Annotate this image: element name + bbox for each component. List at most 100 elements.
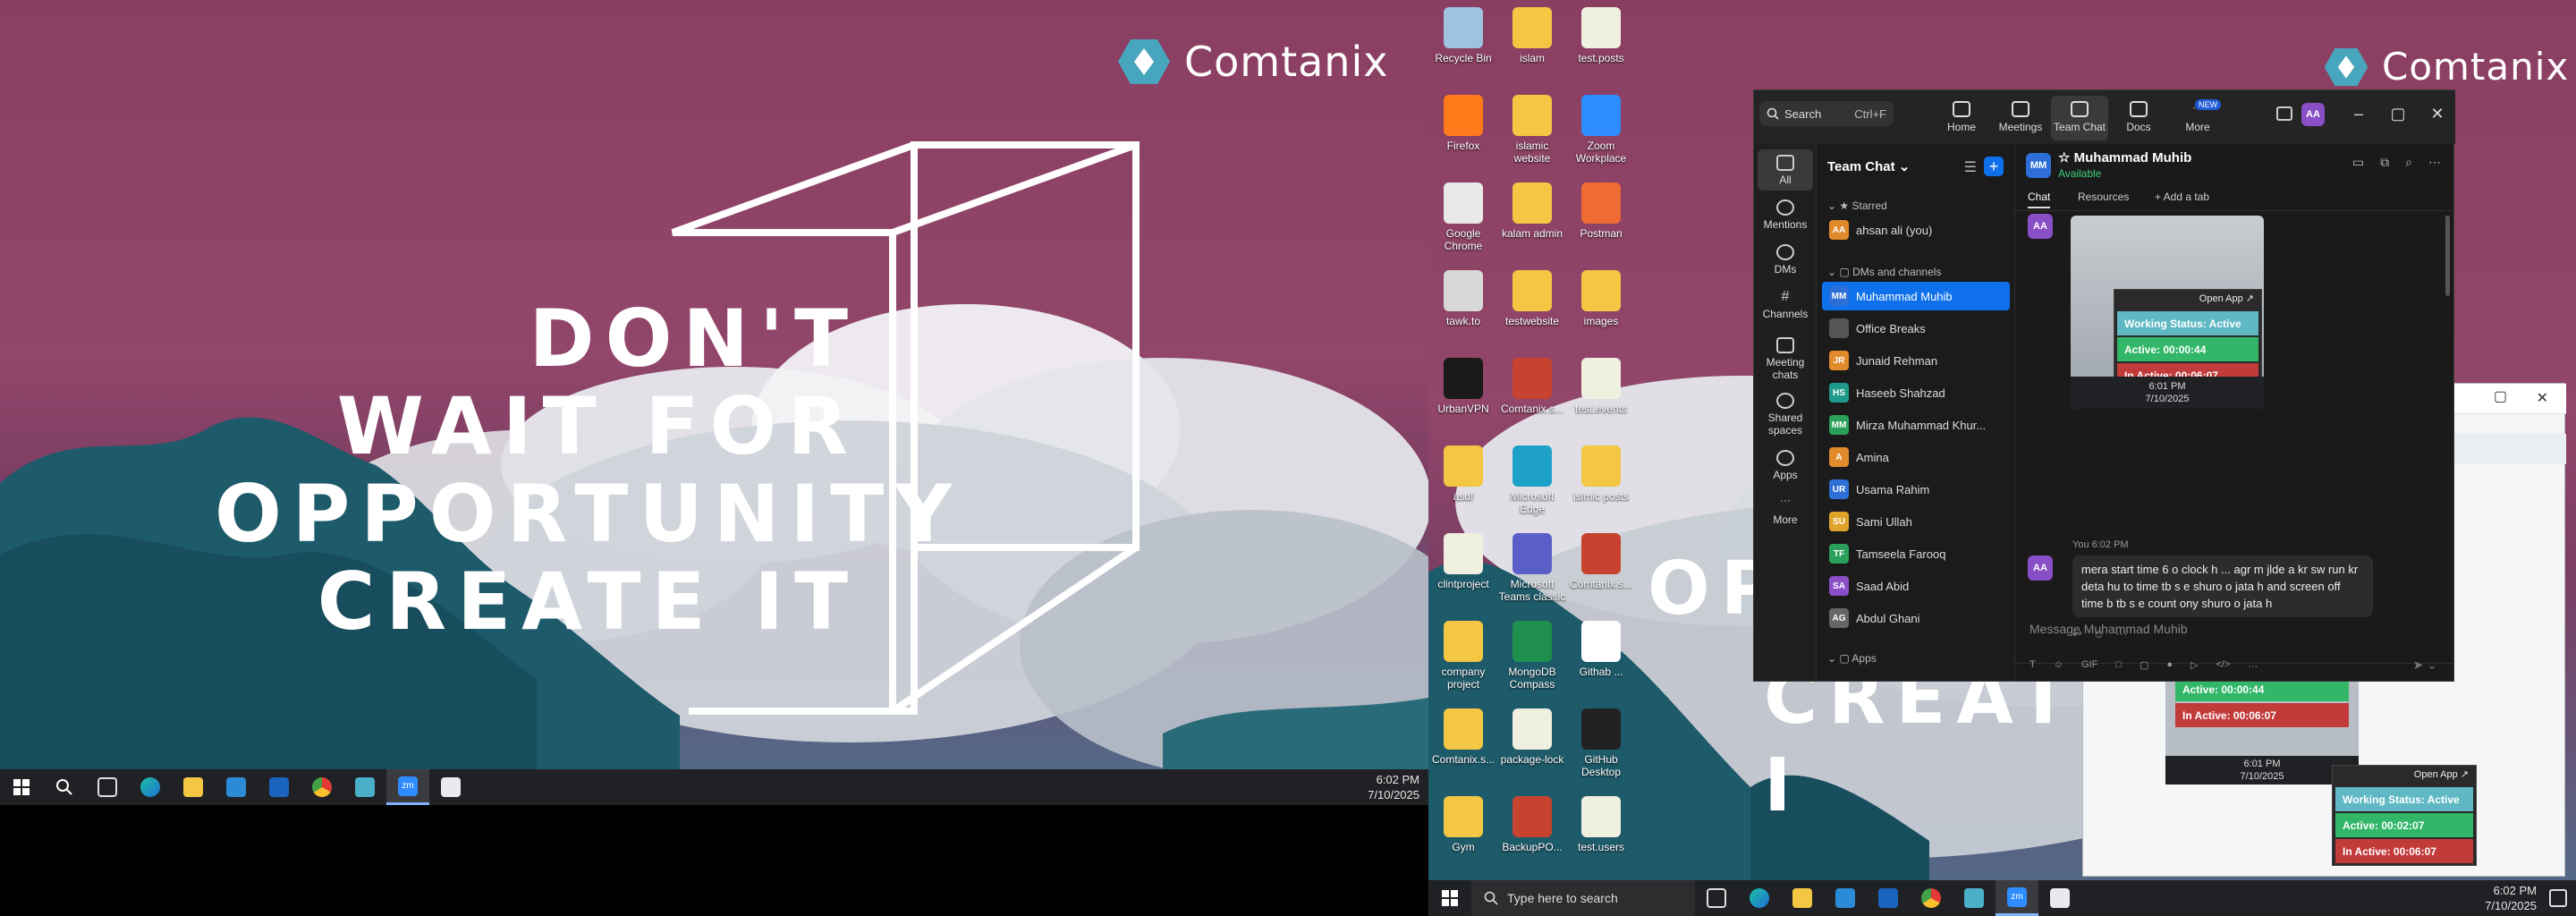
desktop-icon[interactable]: Google Chrome: [1428, 182, 1499, 252]
desktop-icon[interactable]: tawk.to: [1428, 270, 1499, 327]
store-icon[interactable]: [215, 769, 258, 805]
snipping-icon[interactable]: [2038, 880, 2081, 916]
maximize-icon[interactable]: ▢: [2494, 387, 2507, 405]
taskbar-search[interactable]: Type here to search: [1471, 880, 1695, 916]
chrome-icon[interactable]: [301, 769, 343, 805]
dm-item[interactable]: TF Tamseela Farooq: [1822, 539, 2010, 568]
section-starred[interactable]: ⌄ ★ Starred: [1827, 199, 1887, 212]
nav-team-chat[interactable]: Team Chat: [2051, 96, 2108, 140]
section-dms[interactable]: ⌄ ▢ DMs and channels: [1827, 266, 1941, 278]
dm-item[interactable]: HS Haseeb Shahzad: [1822, 378, 2010, 407]
contact-avatar[interactable]: MM: [2026, 153, 2051, 178]
desktop-icon[interactable]: Gym: [1428, 796, 1499, 853]
composer-tool-icon[interactable]: ▷: [2190, 659, 2198, 671]
user-avatar[interactable]: AA: [2301, 103, 2325, 126]
edge-icon[interactable]: [129, 769, 172, 805]
dm-item[interactable]: JR Junaid Rehman: [1822, 346, 2010, 375]
desktop-icon[interactable]: BackupPO...: [1496, 796, 1568, 853]
desktop-icon[interactable]: Zoom Workplace: [1565, 95, 1637, 165]
work-status-widget[interactable]: Open App ↗ Working Status: Active Active…: [2332, 765, 2477, 866]
desktop-icon[interactable]: Postman: [1565, 182, 1637, 240]
desktop-icon[interactable]: Githab ...: [1565, 621, 1637, 678]
chrome-icon[interactable]: [1910, 880, 1953, 916]
desktop-icon[interactable]: package-lock: [1496, 708, 1568, 766]
composer-tool-icon[interactable]: T: [2029, 659, 2036, 671]
starred-item[interactable]: AA ahsan ali (you): [1822, 216, 2010, 244]
composer-tool-icon[interactable]: …: [2248, 659, 2258, 671]
desktop-icon[interactable]: Comtanix.s...: [1428, 708, 1499, 766]
app-icon[interactable]: [343, 769, 386, 805]
message-bubble[interactable]: mera start time 6 o clock h ... agr m jl…: [2072, 556, 2373, 617]
filter-icon[interactable]: ☰: [1964, 158, 1977, 176]
nav-home[interactable]: Home: [1933, 96, 1990, 140]
team-chat-title[interactable]: Team Chat ⌄: [1827, 158, 1910, 174]
snipping-icon[interactable]: [429, 769, 472, 805]
search-icon[interactable]: [43, 769, 86, 805]
dm-item[interactable]: AG Abdul Ghani: [1822, 604, 2010, 632]
rail-shared-spaces[interactable]: Shared spaces: [1758, 387, 1813, 439]
desktop-icon[interactable]: islmic posts: [1565, 445, 1637, 503]
rail-apps[interactable]: Apps: [1758, 445, 1813, 486]
zoom-icon[interactable]: zm: [1996, 880, 2038, 916]
composer-tool-icon[interactable]: ●: [2166, 659, 2173, 671]
file-explorer-icon[interactable]: [172, 769, 215, 805]
minimize-icon[interactable]: –: [2346, 103, 2371, 124]
store-icon[interactable]: [1824, 880, 1867, 916]
shared-screenshot-image[interactable]: Open App ↗ Working Status: Active Active…: [2071, 216, 2264, 409]
task-view-icon[interactable]: [1695, 880, 1738, 916]
contact-name[interactable]: ☆ Muhammad Muhib: [2058, 149, 2191, 165]
desktop-icon[interactable]: clintproject: [1428, 533, 1499, 590]
screen-share-icon[interactable]: ⧉: [2380, 155, 2389, 170]
desktop-icon[interactable]: Microsoft Edge: [1496, 445, 1568, 515]
desktop-icon[interactable]: islamic website: [1496, 95, 1568, 165]
desktop-icon[interactable]: test.posts: [1565, 7, 1637, 64]
dm-item[interactable]: MM Mirza Muhammad Khur...: [1822, 411, 2010, 439]
rail-more[interactable]: ··· More: [1758, 489, 1813, 530]
composer-tool-icon[interactable]: □: [2115, 659, 2122, 671]
nav-meetings[interactable]: Meetings: [1992, 96, 2049, 140]
app-icon[interactable]: [1953, 880, 1996, 916]
taskbar-clock-right[interactable]: 6:02 PM 7/10/2025: [2485, 880, 2537, 916]
video-call-icon[interactable]: ▭: [2352, 155, 2364, 170]
desktop-icon[interactable]: test.users: [1565, 796, 1637, 853]
dm-item[interactable]: UR Usama Rahim: [1822, 475, 2010, 504]
tab-add[interactable]: + Add a tab: [2155, 191, 2209, 203]
desktop-icon[interactable]: images: [1565, 270, 1637, 327]
tab-chat[interactable]: Chat: [2028, 191, 2051, 208]
dm-item[interactable]: MM Muhammad Muhib: [1822, 282, 2010, 310]
taskbar-clock-left[interactable]: 6:02 PM 7/10/2025: [1368, 769, 1419, 805]
composer-input[interactable]: Message Muhammad Muhib: [2029, 622, 2188, 636]
composer-tool-icon[interactable]: ▢: [2140, 659, 2148, 671]
close-icon[interactable]: ✕: [2425, 103, 2450, 124]
dm-item[interactable]: Office Breaks: [1822, 314, 2010, 343]
zoom-icon[interactable]: zm: [386, 769, 429, 805]
close-icon[interactable]: ✕: [2537, 389, 2548, 407]
sender-avatar[interactable]: AA: [2028, 556, 2053, 581]
rail-all[interactable]: All: [1758, 149, 1813, 191]
new-chat-button[interactable]: +: [1984, 157, 2004, 176]
desktop-icon[interactable]: asdf: [1428, 445, 1499, 503]
tab-resources[interactable]: Resources: [2078, 191, 2129, 203]
send-icon[interactable]: ➤ ⌄: [2413, 657, 2437, 673]
desktop-icon[interactable]: test.events: [1565, 358, 1637, 415]
desktop-icon[interactable]: MongoDB Compass: [1496, 621, 1568, 691]
open-app-link[interactable]: Open App ↗: [2333, 766, 2476, 785]
zoom-search-box[interactable]: Search Ctrl+F: [1759, 101, 1894, 126]
whiteboard-icon[interactable]: [2276, 106, 2292, 121]
windows-start-icon[interactable]: [0, 769, 43, 805]
nav-docs[interactable]: Docs: [2110, 96, 2167, 140]
more-icon[interactable]: ⋯: [2428, 155, 2441, 170]
rail-meeting-chats[interactable]: Meeting chats: [1758, 332, 1813, 384]
desktop-icon[interactable]: kalam admin: [1496, 182, 1568, 240]
desktop-icon[interactable]: GitHub Desktop: [1565, 708, 1637, 778]
desktop-icon[interactable]: UrbanVPN: [1428, 358, 1499, 415]
outlook-icon[interactable]: [258, 769, 301, 805]
dm-item[interactable]: SA Saad Abid: [1822, 572, 2010, 600]
rail-dms[interactable]: DMs: [1758, 239, 1813, 280]
section-apps[interactable]: ⌄ ▢ Apps: [1827, 652, 1877, 665]
composer-tool-icon[interactable]: GIF: [2081, 659, 2097, 671]
file-explorer-icon[interactable]: [1781, 880, 1824, 916]
rail-channels[interactable]: # Channels: [1758, 284, 1813, 325]
desktop-icon[interactable]: Recycle Bin: [1428, 7, 1499, 64]
desktop-icon[interactable]: Firefox: [1428, 95, 1499, 152]
